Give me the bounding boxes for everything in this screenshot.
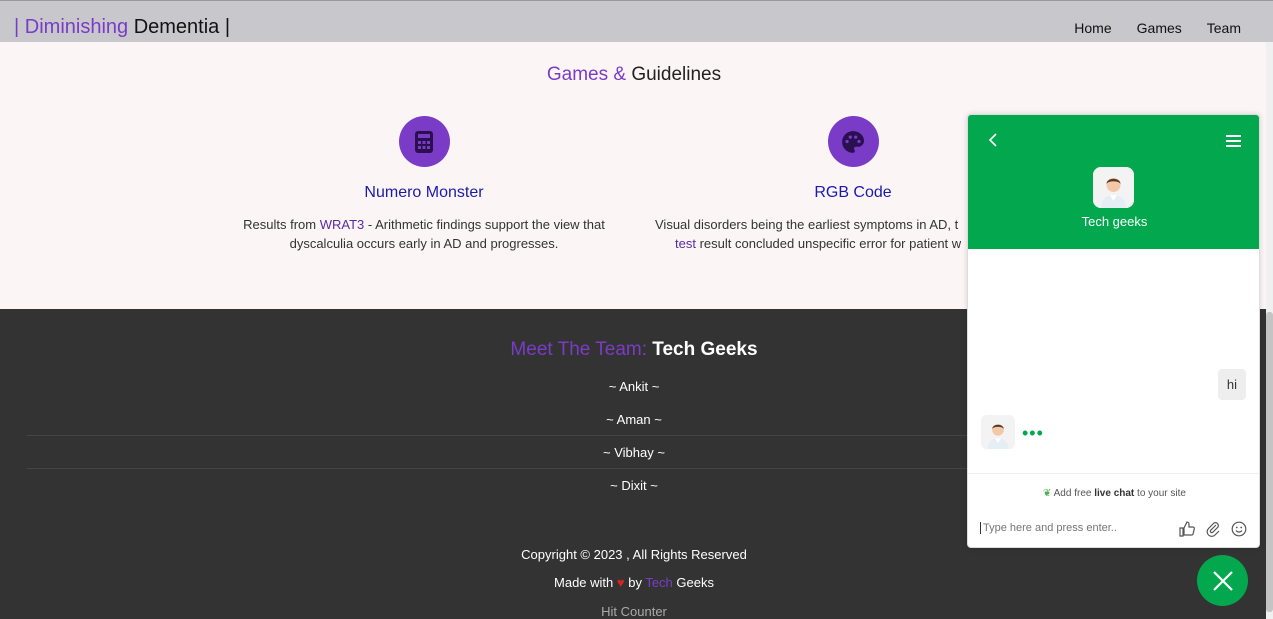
close-icon [1212, 570, 1233, 591]
desc-line1: Visual disorders being the earliest symp… [655, 217, 959, 232]
team-title-part-1: Meet The Team: [510, 339, 648, 360]
desc-line2: dyscalculia occurs early in AD and progr… [289, 236, 559, 251]
nav-links: Home Games Team [1074, 20, 1241, 36]
made-with-tech[interactable]: Tech [645, 575, 672, 590]
agent-name: Tech geeks [1081, 214, 1148, 229]
agent-avatar [1093, 167, 1134, 208]
calculator-icon [398, 116, 450, 167]
brand-part-2: Dementia | [128, 16, 231, 38]
paperclip-icon[interactable] [1205, 521, 1221, 542]
chat-widget: Tech geeks hi ••• ❦ Add free live chat t… [967, 114, 1260, 548]
made-with-prefix: Made with [554, 575, 617, 590]
promo-bold: live chat [1094, 488, 1135, 499]
game-desc-numero-monster: Results from WRAT3 - Arithmetic findings… [224, 215, 624, 253]
nav-link-home[interactable]: Home [1074, 20, 1111, 36]
promo-prefix: Add free [1053, 488, 1095, 499]
hamburger-menu-icon[interactable] [1226, 135, 1241, 150]
desc-line1-rest: - Arithmetic findings support the view t… [364, 217, 605, 232]
scroll-thumb[interactable] [1266, 312, 1273, 612]
test-link[interactable]: test [675, 236, 696, 251]
chat-footer: ❦ Add free live chat to your site [968, 473, 1259, 547]
page-scrollbar[interactable] [1266, 42, 1273, 619]
desc-line2-rest: result concluded unspecific error for pa… [695, 236, 962, 251]
top-navbar: | Diminishing Dementia | Home Games Team [0, 0, 1273, 42]
typing-indicator: ••• [1022, 423, 1044, 443]
copyright-text: Copyright © 2023 , All Rights Reserved [521, 547, 747, 562]
chat-header: Tech geeks [968, 115, 1259, 249]
promo-leaf-icon: ❦ [1043, 488, 1052, 499]
promo-text[interactable]: ❦ Add free live chat to your site [968, 488, 1259, 499]
emoji-icon[interactable] [1231, 521, 1247, 542]
games-section-title: Games & Guidelines [0, 64, 1268, 86]
hit-counter: Hit Counter [601, 604, 667, 619]
made-with-by: by [624, 575, 646, 590]
nav-link-team[interactable]: Team [1207, 20, 1241, 36]
wrat3-link[interactable]: WRAT3 [320, 217, 365, 232]
chat-close-button[interactable] [1197, 555, 1248, 606]
games-title-part-2: Guidelines [626, 64, 722, 85]
team-title-part-2: Tech Geeks [647, 339, 758, 360]
back-arrow-icon[interactable] [988, 131, 998, 152]
site-brand[interactable]: | Diminishing Dementia | [14, 16, 230, 39]
thumbs-up-icon[interactable] [1179, 521, 1195, 542]
made-with-text: Made with ♥ by Tech Geeks [0, 575, 1268, 590]
brand-pipe: | [14, 16, 25, 38]
made-with-geeks: Geeks [672, 575, 714, 590]
games-title-part-1: Games & [546, 64, 627, 85]
chat-tools [1179, 521, 1247, 542]
promo-suffix: to your site [1134, 488, 1186, 499]
user-message-bubble: hi [1217, 369, 1246, 400]
game-card-numero-monster: Numero Monster Results from WRAT3 - Arit… [224, 116, 624, 253]
chat-message-input[interactable] [980, 522, 1170, 534]
heart-icon: ♥ [616, 575, 625, 590]
palette-icon [827, 116, 879, 167]
agent-avatar-small [981, 415, 1015, 449]
desc-prefix: Results from [243, 217, 320, 232]
brand-part-1: Diminishing [24, 16, 129, 38]
nav-link-games[interactable]: Games [1137, 20, 1182, 36]
game-name-numero-monster[interactable]: Numero Monster [224, 184, 624, 202]
